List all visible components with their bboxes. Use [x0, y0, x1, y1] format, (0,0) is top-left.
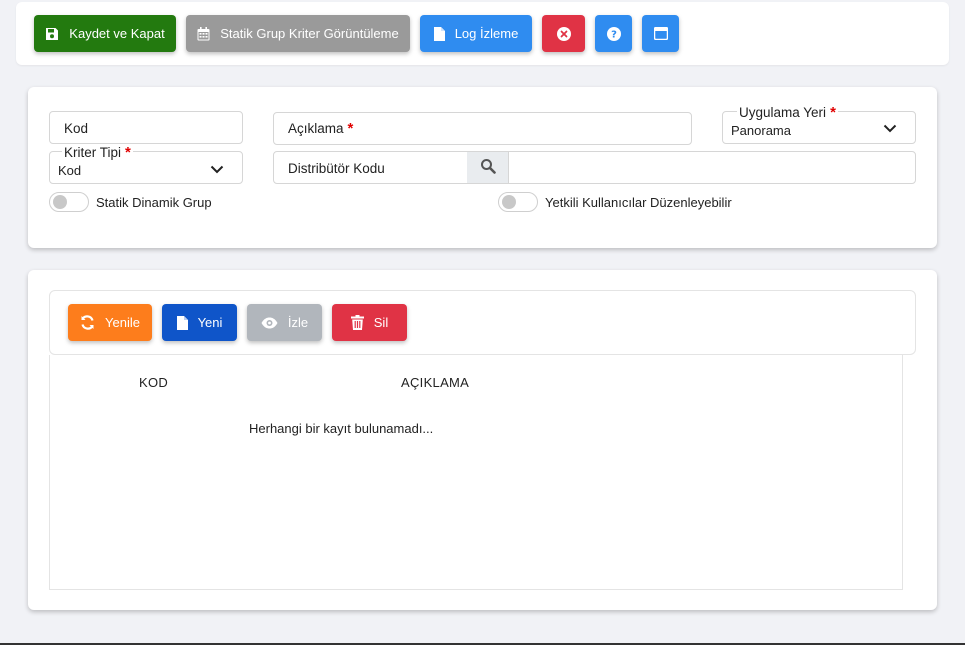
- kod-field[interactable]: Kod: [49, 111, 243, 144]
- required-mark: *: [125, 144, 131, 161]
- file-icon: [433, 26, 445, 41]
- help-button[interactable]: ?: [595, 15, 632, 52]
- authorized-users-label: Yetkili Kullanıcılar Düzenleyebilir: [545, 195, 732, 210]
- refresh-button[interactable]: Yenile: [68, 304, 152, 341]
- grid-toolbar: Yenile Yeni İzle Sil: [49, 290, 916, 355]
- uygulama-yeri-select[interactable]: Uygulama Yeri * Panorama: [722, 104, 916, 144]
- records-grid-card: Yenile Yeni İzle Sil KOD AÇIKLAMA Herhan…: [28, 270, 937, 610]
- chevron-down-icon: [883, 121, 897, 136]
- delete-label: Sil: [373, 315, 389, 330]
- distributor-search-button[interactable]: [467, 152, 509, 183]
- authorized-users-toggle[interactable]: [498, 192, 538, 212]
- column-header-aciklama[interactable]: AÇIKLAMA: [401, 375, 469, 390]
- chevron-down-icon: [210, 162, 224, 177]
- top-toolbar: Kaydet ve Kapat Statik Grup Kriter Görün…: [16, 2, 949, 65]
- close-button[interactable]: [542, 15, 585, 52]
- uygulama-yeri-value: Panorama: [731, 123, 791, 138]
- static-dynamic-toggle[interactable]: [49, 192, 89, 212]
- refresh-label: Yenile: [105, 315, 140, 330]
- log-view-button[interactable]: Log İzleme: [420, 15, 532, 52]
- static-group-view-button[interactable]: Statik Grup Kriter Görüntüleme: [186, 15, 410, 52]
- kriter-tipi-label: Kriter Tipi *: [62, 144, 133, 161]
- view-button[interactable]: İzle: [247, 304, 322, 341]
- calendar-icon: [197, 26, 210, 41]
- new-label: Yeni: [197, 315, 223, 330]
- times-circle-icon: [556, 26, 571, 41]
- sync-icon: [80, 315, 95, 330]
- aciklama-field[interactable]: Açıklama *: [273, 112, 692, 145]
- aciklama-label: Açıklama *: [288, 120, 354, 137]
- view-label: İzle: [287, 315, 309, 330]
- window-icon: [653, 27, 668, 40]
- delete-button[interactable]: Sil: [332, 304, 407, 341]
- empty-message: Herhangi bir kayıt bulunamadı...: [249, 421, 434, 436]
- question-circle-icon: ?: [606, 26, 621, 41]
- new-button[interactable]: Yeni: [162, 304, 237, 341]
- distributor-field[interactable]: Distribütör Kodu: [273, 151, 916, 184]
- file-icon: [176, 315, 188, 330]
- records-table: KOD AÇIKLAMA Herhangi bir kayıt bulunama…: [49, 355, 903, 590]
- svg-text:?: ?: [611, 29, 617, 40]
- search-icon: [480, 158, 496, 177]
- kriter-tipi-select[interactable]: Kriter Tipi * Kod: [49, 144, 243, 184]
- floppy-disk-icon: [45, 27, 59, 41]
- eye-icon: [261, 317, 278, 329]
- save-close-label: Kaydet ve Kapat: [69, 26, 165, 41]
- required-mark: *: [830, 104, 836, 121]
- trash-icon: [350, 315, 364, 330]
- static-group-view-label: Statik Grup Kriter Görüntüleme: [220, 26, 399, 41]
- column-header-kod[interactable]: KOD: [139, 375, 168, 390]
- window-button[interactable]: [642, 15, 679, 52]
- distributor-label: Distribütör Kodu: [288, 161, 385, 176]
- kriter-tipi-value: Kod: [58, 163, 82, 178]
- static-dynamic-label: Statik Dinamik Grup: [96, 195, 212, 210]
- required-mark: *: [347, 120, 354, 137]
- criteria-form: Kod Açıklama * Uygulama Yeri * Panorama Kr…: [28, 87, 937, 248]
- save-close-button[interactable]: Kaydet ve Kapat: [34, 15, 176, 52]
- kod-label: Kod: [64, 121, 89, 136]
- log-view-label: Log İzleme: [454, 26, 519, 41]
- uygulama-yeri-label: Uygulama Yeri *: [737, 104, 838, 121]
